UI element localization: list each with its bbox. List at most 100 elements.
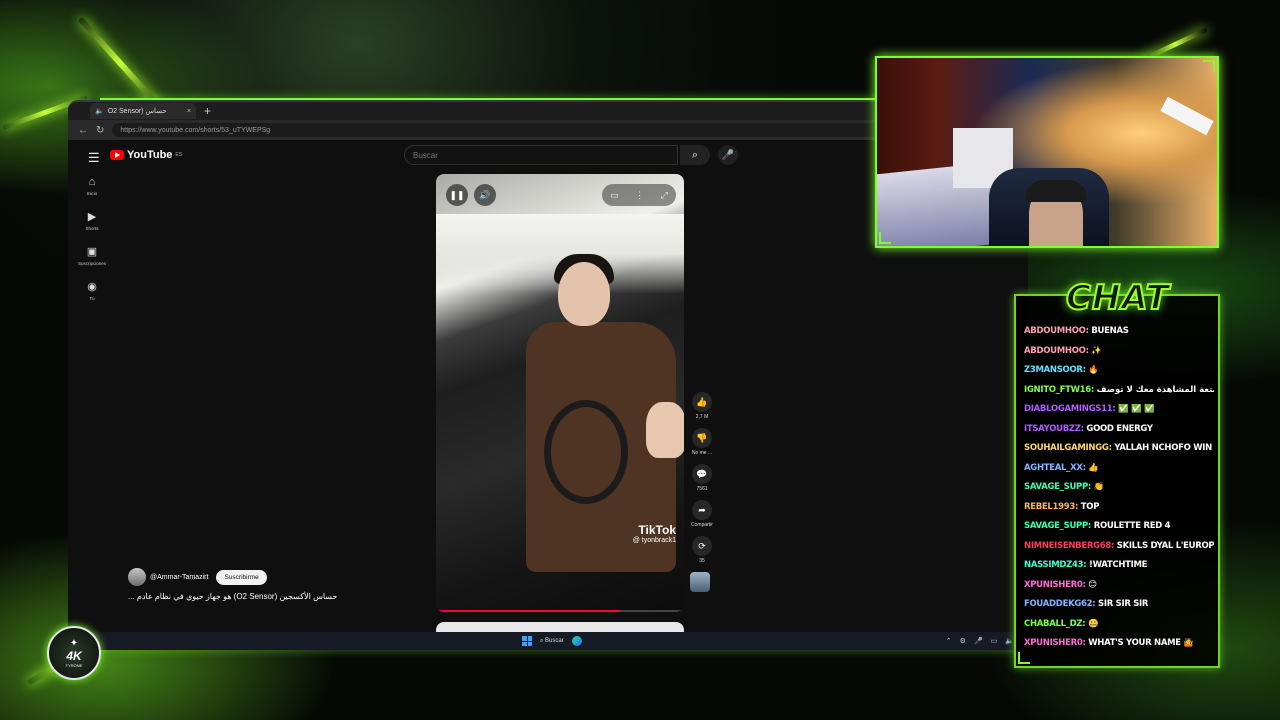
chat-message: SAVAGE_SUPP: 👏 [1024,482,1214,502]
remix-icon[interactable]: ⟳ [692,536,712,556]
share-icon[interactable]: ➦ [692,500,712,520]
dislike-action: 👎 No me ... [690,428,714,456]
shorts-icon: ▶ [87,211,97,223]
frame-corner [1018,652,1030,664]
chat-message: FOUADDEKG62: SIR SIR SIR [1024,599,1214,619]
captions-icon[interactable]: ▭ [610,190,619,201]
chat-text: 🤐 [1088,618,1099,629]
chat-username: REBEL1993: [1024,501,1079,512]
search-button[interactable]: ⌕ [680,145,710,165]
share-action: ➦ Compartir [690,500,714,528]
tiktok-handle: @ tyonbrack1 [632,537,676,544]
chat-message: CHABALL_DZ: 🤐 [1024,619,1214,639]
microphone-icon: 🎤 [721,149,735,161]
subscriptions-icon: ▣ [86,246,98,258]
badge-text: 4K [66,649,82,663]
channel-name[interactable]: @Ammar-Tamazirt [150,574,208,581]
chat-message: SOUHAILGAMINGG: YALLAH NCHOFO WIN [1024,443,1214,463]
like-action: 👍 2,7 M [690,392,714,420]
reload-icon[interactable]: ↻ [96,125,104,136]
windows-start-icon[interactable] [522,636,532,646]
pause-button[interactable]: ❚❚ [446,184,468,206]
voice-search-button[interactable]: 🎤 [718,145,738,165]
more-options-icon[interactable]: ⋮ [635,190,644,201]
chat-message: Z3MANSOOR: 🔥 [1024,365,1214,385]
progress-bar[interactable] [436,610,684,612]
chat-text: 👍 [1088,462,1099,473]
chevron-up-icon[interactable]: ⌃ [946,637,952,645]
taskbar-center: ⌕ Buscar [522,636,582,646]
chat-text: SKILLS DYAL L'EUROPE HADO. [1116,540,1214,551]
chat-text: YALLAH NCHOFO WIN [1114,443,1212,453]
youtube-logo[interactable]: YouTube ES [110,149,182,161]
action-count: 2,7 M [695,414,709,420]
chat-message: ABDOUMHOO: BUENAS [1024,326,1214,346]
chat-text: GOOD ENERGY [1086,423,1153,434]
chat-title: CHAT [1065,277,1170,319]
youtube-play-icon [110,150,124,160]
dislike-icon[interactable]: 👎 [692,428,712,448]
chat-message: IGNITO_FTW16: متعة المشاهدة معك لا توصف [1024,385,1214,405]
menu-icon[interactable]: ☰ [88,150,100,166]
taskbar-search[interactable]: ⌕ Buscar [540,638,564,645]
chat-username: ABDOUMHOO: [1024,345,1089,356]
comment-icon[interactable]: 💬 [692,464,712,484]
sidebar-item-label: Suscripciones [77,261,106,266]
sound-thumbnail[interactable] [690,572,710,592]
chat-username: NASSIMDZ43: [1024,560,1087,570]
chat-text: 👏 [1093,482,1105,492]
short-video-player[interactable]: ❚❚ 🔊 ▭ ⋮ ⤢ TikTok @ tyonbrack1 [436,174,684,612]
channel-avatar[interactable] [128,568,146,586]
webcam-cap [1025,180,1087,202]
back-icon[interactable]: ← [78,125,88,136]
video-frame-face [558,262,610,326]
browser-tab[interactable]: 🔈 O2 Sensor) حساس × [90,103,196,119]
video-frame-steering-wheel [544,400,628,504]
url-field[interactable]: https://www.youtube.com/shorts/53_uTYWEP… [112,123,881,137]
chat-message: SAVAGE_SUPP: ROULETTE RED 4 [1024,521,1214,541]
webcam-sign [1160,96,1214,136]
tiktok-watermark: TikTok @ tyonbrack1 [633,523,676,544]
sidebar-item-home[interactable]: ⌂ Inicio [74,176,110,196]
chat-text: TOP [1080,501,1100,512]
sidebar-item-shorts[interactable]: ▶ Shorts [74,210,110,231]
chat-message: NASSIMDZ43: !WATCHTIME [1024,560,1214,580]
like-icon[interactable]: 👍 [692,392,712,412]
volume-button[interactable]: 🔊 [474,184,496,206]
subscribe-button[interactable]: Suscribirme [216,569,267,585]
badge-subtext: TYRONE [65,663,83,668]
close-tab-icon[interactable]: × [187,108,191,115]
chat-username: NIMNEISENBERG68: [1024,540,1115,551]
microphone-icon[interactable]: 🎤 [974,637,983,645]
pause-icon: ❚❚ [449,189,465,200]
action-count: Compartir [691,522,713,528]
chat-username: XPUNISHER0: [1024,579,1086,590]
chat-username: SAVAGE_SUPP: [1024,482,1092,492]
tab-title: O2 Sensor) حساس [107,108,167,115]
fullscreen-icon[interactable]: ⤢ [661,190,668,201]
chat-username: SOUHAILGAMINGG: [1024,443,1112,453]
sidebar-item-profile[interactable]: ◉ Tú [74,280,110,301]
action-count: 7561 [696,486,708,492]
chat-message: ABDOUMHOO: ✨ [1024,346,1214,366]
chat-username: CHABALL_DZ: [1024,618,1086,629]
new-tab-button[interactable]: + [204,104,211,118]
edge-browser-icon[interactable] [571,636,582,646]
chat-message: AGHTEAL_XX: 👍 [1024,463,1214,483]
settings-icon[interactable]: ⚙ [960,637,966,645]
chat-text: متعة المشاهدة معك لا توصف [1096,384,1214,395]
speaker-icon[interactable]: 🔈 [1005,637,1014,645]
chat-messages: ABDOUMHOO: BUENAS ABDOUMHOO: ✨ Z3MANSOOR: … [1024,326,1214,658]
chat-username: AGHTEAL_XX: [1024,462,1086,473]
video-title[interactable]: حساس الأكسجين (O2 Sensor) هو جهاز حيوي ف… [128,592,337,601]
chat-text: ROULETTE RED 4 [1093,521,1171,531]
chat-username: XPUNISHER0: [1024,638,1086,648]
search-input[interactable]: Buscar [404,145,678,165]
sidebar-item-subscriptions[interactable]: ▣ Suscripciones [74,245,110,266]
volume-icon: 🔊 [479,189,491,200]
chat-message: ITSAYOUBZZ: GOOD ENERGY [1024,424,1214,444]
home-icon: ⌂ [88,176,96,188]
sidebar-item-label: Shorts [85,226,99,231]
monitor-icon[interactable]: ▭ [991,637,998,645]
chat-message: XPUNISHER0: WHAT'S YOUR NAME 🤷 [1024,638,1214,658]
